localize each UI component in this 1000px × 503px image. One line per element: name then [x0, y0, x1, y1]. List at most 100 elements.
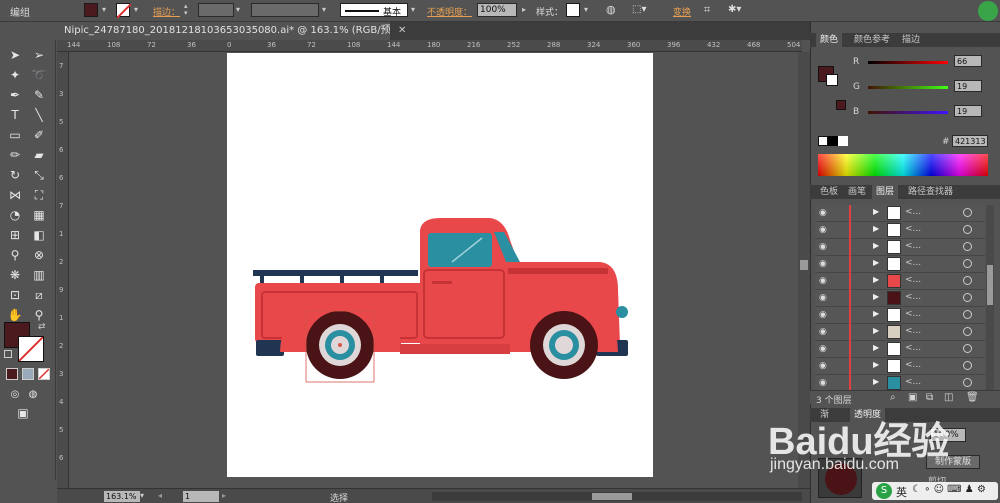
layer-color-bar: [849, 290, 851, 307]
visibility-eye-icon[interactable]: ◉: [819, 361, 829, 371]
target-circle-icon[interactable]: [963, 259, 972, 268]
g-value-field[interactable]: 19: [954, 80, 982, 92]
truck-artwork[interactable]: [0, 0, 800, 488]
layer-thumbnail: [887, 223, 901, 237]
white-swatch[interactable]: [838, 136, 848, 146]
locate-object-icon[interactable]: ⌕: [890, 392, 896, 403]
target-circle-icon[interactable]: [963, 378, 972, 387]
layers-scrollbar[interactable]: [986, 205, 994, 390]
layer-color-bar: [849, 222, 851, 239]
next-artboard-icon[interactable]: ▸: [222, 491, 226, 500]
color-panel-tabs: 颜色 颜色参考 描边: [810, 33, 1000, 47]
expand-triangle-icon[interactable]: ▶: [873, 326, 879, 335]
tab-stroke[interactable]: 描边: [898, 33, 924, 47]
ime-mode-icon[interactable]: 英: [896, 484, 907, 500]
layer-name: <...: [905, 309, 922, 319]
tab-brushes[interactable]: 画笔: [844, 185, 870, 199]
layer-color-bar: [849, 273, 851, 290]
expand-triangle-icon[interactable]: ▶: [873, 377, 879, 386]
ime-moon-icon[interactable]: ☾ ∘ ☺ ⌨ ♟ ⚙: [912, 484, 986, 495]
layer-row[interactable]: ◉ ▶ <...: [815, 358, 985, 375]
target-circle-icon[interactable]: [963, 293, 972, 302]
layer-thumbnail: [887, 240, 901, 254]
expand-triangle-icon[interactable]: ▶: [873, 241, 879, 250]
bed-rail-post: [380, 276, 384, 284]
target-circle-icon[interactable]: [963, 344, 972, 353]
visibility-eye-icon[interactable]: ◉: [819, 242, 829, 252]
expand-triangle-icon[interactable]: ▶: [873, 292, 879, 301]
target-circle-icon[interactable]: [963, 208, 972, 217]
visibility-eye-icon[interactable]: ◉: [819, 293, 829, 303]
bed-rail-post: [260, 276, 264, 284]
visibility-eye-icon[interactable]: ◉: [819, 276, 829, 286]
prev-artboard-icon[interactable]: ◂: [158, 491, 162, 500]
visibility-eye-icon[interactable]: ◉: [819, 225, 829, 235]
target-circle-icon[interactable]: [963, 327, 972, 336]
visibility-eye-icon[interactable]: ◉: [819, 327, 829, 337]
layer-color-bar: [849, 358, 851, 375]
visibility-eye-icon[interactable]: ◉: [819, 259, 829, 269]
b-slider[interactable]: [868, 111, 948, 114]
hex-value-field[interactable]: 421313: [952, 135, 988, 147]
layer-row[interactable]: ◉ ▶ <...: [815, 307, 985, 324]
layers-scroll-thumb[interactable]: [987, 265, 993, 305]
layer-row[interactable]: ◉ ▶ <...: [815, 273, 985, 290]
target-circle-icon[interactable]: [963, 361, 972, 370]
scroll-thumb[interactable]: [800, 260, 808, 270]
out-of-gamut-swatch[interactable]: [836, 100, 846, 110]
layer-row[interactable]: ◉ ▶ <...: [815, 324, 985, 341]
panel-stroke-swatch[interactable]: [826, 74, 838, 86]
layer-row[interactable]: ◉ ▶ <...: [815, 205, 985, 222]
layer-color-bar: [849, 239, 851, 256]
visibility-eye-icon[interactable]: ◉: [819, 208, 829, 218]
layer-row[interactable]: ◉ ▶ <...: [815, 256, 985, 273]
expand-triangle-icon[interactable]: ▶: [873, 343, 879, 352]
visibility-eye-icon[interactable]: ◉: [819, 378, 829, 388]
layer-name: <...: [905, 360, 922, 370]
h-scroll-thumb[interactable]: [592, 493, 632, 500]
layer-row[interactable]: ◉ ▶ <...: [815, 222, 985, 239]
horizontal-scrollbar[interactable]: [432, 492, 802, 501]
delete-layer-icon[interactable]: 🗑: [966, 392, 979, 403]
layer-thumbnail: [887, 342, 901, 356]
layer-row[interactable]: ◉ ▶ <...: [815, 341, 985, 358]
target-circle-icon[interactable]: [963, 242, 972, 251]
visibility-eye-icon[interactable]: ◉: [819, 310, 829, 320]
new-sublayer-icon[interactable]: ⧉: [926, 392, 933, 403]
target-circle-icon[interactable]: [963, 276, 972, 285]
tab-color-guide[interactable]: 颜色参考: [850, 33, 894, 47]
tab-swatches[interactable]: 色板: [816, 185, 842, 199]
none-color-swatch[interactable]: [818, 136, 828, 146]
layer-name: <...: [905, 241, 922, 251]
artboard-number-field[interactable]: 1: [183, 491, 219, 502]
bed-rail-top: [253, 270, 418, 276]
make-clipping-mask-icon[interactable]: ▣: [908, 392, 917, 403]
black-swatch[interactable]: [828, 136, 838, 146]
tab-layers[interactable]: 图层: [872, 185, 899, 199]
layer-row[interactable]: ◉ ▶ <...: [815, 239, 985, 256]
r-slider[interactable]: [868, 61, 948, 64]
b-value-field[interactable]: 19: [954, 105, 982, 117]
headlight: [616, 306, 628, 318]
zoom-level-field[interactable]: 163.1%: [104, 491, 140, 502]
expand-triangle-icon[interactable]: ▶: [873, 309, 879, 318]
target-circle-icon[interactable]: [963, 225, 972, 234]
expand-triangle-icon[interactable]: ▶: [873, 207, 879, 216]
layer-row[interactable]: ◉ ▶ <...: [815, 290, 985, 307]
r-value-field[interactable]: 66: [954, 55, 982, 67]
tab-color[interactable]: 颜色: [816, 33, 843, 47]
ime-logo-icon[interactable]: S: [876, 483, 892, 499]
tab-pathfinder[interactable]: 路径查找器: [904, 185, 957, 199]
target-circle-icon[interactable]: [963, 310, 972, 319]
visibility-eye-icon[interactable]: ◉: [819, 344, 829, 354]
color-spectrum[interactable]: [818, 154, 988, 176]
expand-triangle-icon[interactable]: ▶: [873, 275, 879, 284]
ime-toolbar[interactable]: S 英 ☾ ∘ ☺ ⌨ ♟ ⚙: [872, 482, 998, 500]
expand-triangle-icon[interactable]: ▶: [873, 360, 879, 369]
new-layer-icon[interactable]: ◫: [944, 392, 953, 403]
expand-triangle-icon[interactable]: ▶: [873, 224, 879, 233]
g-slider[interactable]: [868, 86, 948, 89]
zoom-dropdown-icon[interactable]: ▾: [140, 491, 144, 500]
expand-triangle-icon[interactable]: ▶: [873, 258, 879, 267]
user-avatar[interactable]: [978, 1, 998, 21]
